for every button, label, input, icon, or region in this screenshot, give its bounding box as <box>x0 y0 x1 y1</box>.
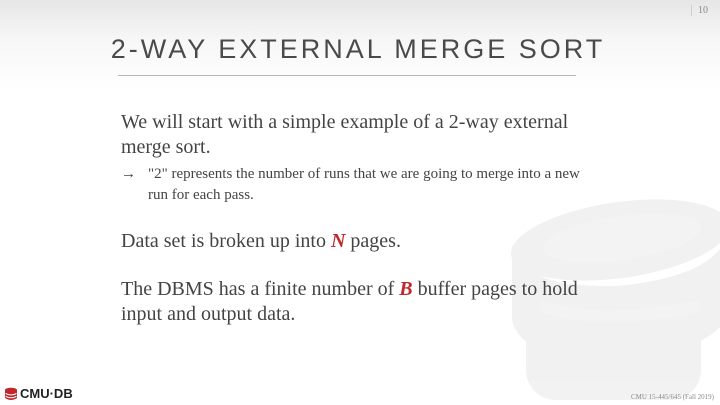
bullet-data-set-text-before: Data set is broken up into <box>121 230 331 252</box>
bullet-buffer-text-before: The DBMS has a finite number of <box>121 278 400 300</box>
bullet-buffer-pages: The DBMS has a finite number of B buffer… <box>121 277 591 327</box>
slide: 10 2-WAY EXTERNAL MERGE SORT We will sta… <box>0 0 720 405</box>
database-logo-icon <box>5 387 17 400</box>
bullet-data-set-text-after: pages. <box>345 230 401 252</box>
cmu-db-logo: CMU·DB <box>4 386 73 401</box>
bullet-data-set: Data set is broken up into N pages. <box>121 229 591 254</box>
course-label: CMU 15-445/645 (Fall 2019) <box>630 393 714 401</box>
slide-title: 2-WAY EXTERNAL MERGE SORT <box>110 34 606 64</box>
bullet-intro: We will start with a simple example of a… <box>121 111 569 158</box>
sub-bullet-text: "2" represents the number of runs that w… <box>148 166 580 203</box>
title-underline <box>118 75 576 76</box>
slide-content: We will start with a simple example of a… <box>121 110 591 327</box>
variable-n: N <box>330 230 346 252</box>
arrow-icon: → <box>121 166 136 182</box>
variable-b: B <box>399 278 413 300</box>
sub-bullet: → "2" represents the number of runs that… <box>121 164 591 206</box>
page-number: 10 <box>691 5 708 16</box>
logo-text: CMU·DB <box>20 386 73 401</box>
